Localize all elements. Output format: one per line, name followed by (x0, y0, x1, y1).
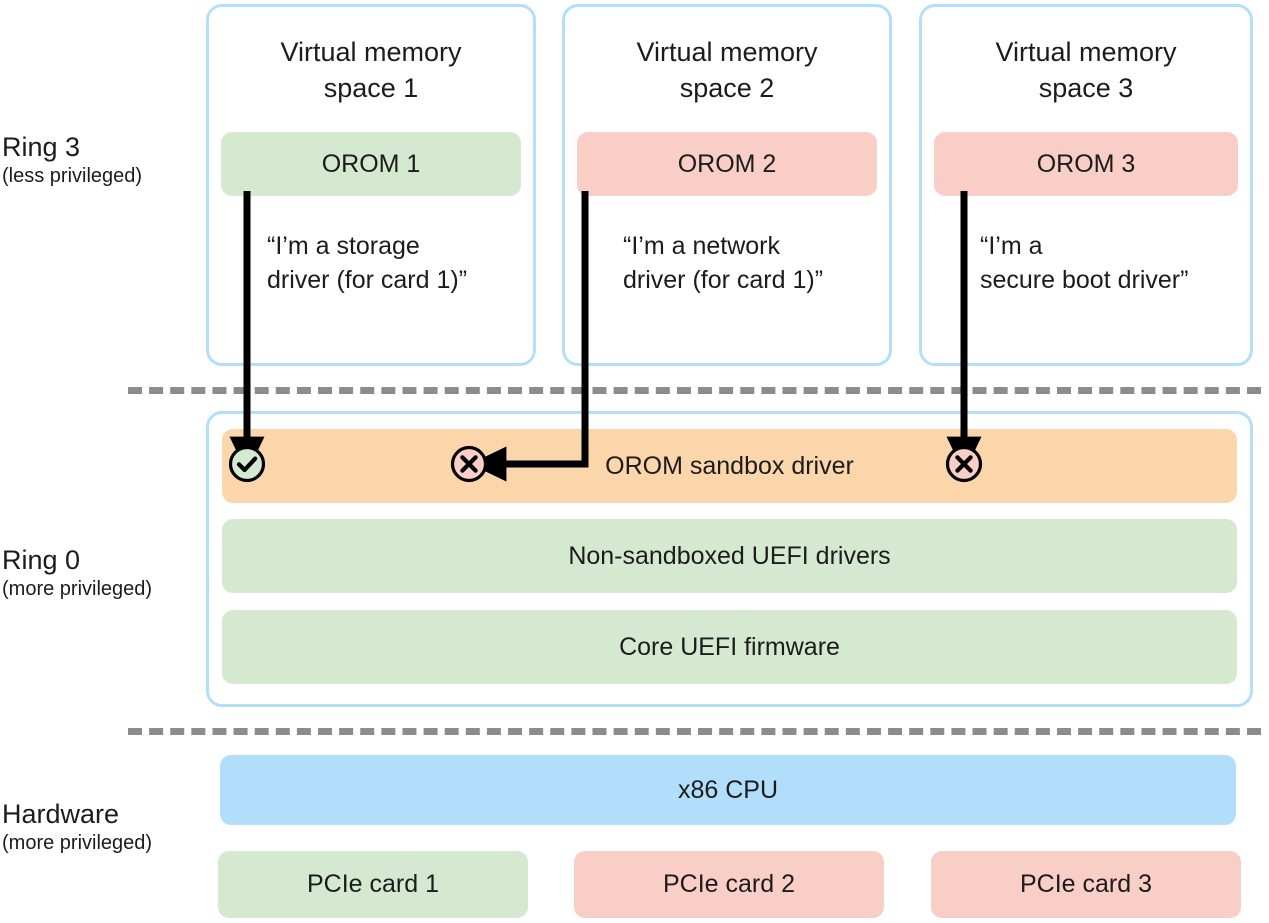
orom-1-label: OROM 1 (321, 149, 421, 178)
pcie-card-2-label: PCIe card 2 (662, 870, 795, 898)
status-badge-orom-3-blocked (944, 444, 984, 484)
ring0-title: Ring 0 (2, 545, 81, 575)
orom-2-claim-text: “I’m a network driver (for card 1)” (623, 232, 824, 294)
hardware-subtitle: (more privileged) (2, 831, 153, 854)
x86-cpu-label: x86 CPU (677, 775, 779, 804)
orom-sandbox-driver-bar[interactable]: OROM sandbox driver (222, 429, 1237, 503)
vm-space-2-title: Virtual memory space 2 (636, 37, 818, 103)
diagram-canvas: Ring 3 (less privileged) Ring 0 (more pr… (0, 0, 1269, 923)
x-circle-icon (450, 445, 488, 483)
pcie-card-2-bar[interactable]: PCIe card 2 (574, 851, 884, 918)
virtual-memory-space-1: Virtual memory space 1 OROM 1 “I’m a sto… (206, 4, 536, 366)
orom-1-box[interactable]: OROM 1 (221, 132, 521, 196)
status-badge-orom-1-allowed (227, 444, 267, 484)
ring3-subtitle: (less privileged) (2, 164, 143, 187)
non-sandboxed-uefi-drivers-bar[interactable]: Non-sandboxed UEFI drivers (222, 519, 1237, 593)
status-badge-orom-2-blocked (449, 444, 489, 484)
virtual-memory-space-3: Virtual memory space 3 OROM 3 “I’m a sec… (919, 4, 1253, 366)
ring0-subtitle: (more privileged) (2, 577, 153, 600)
virtual-memory-space-2: Virtual memory space 2 OROM 2 “I’m a net… (562, 4, 892, 366)
non-sandboxed-uefi-drivers-label: Non-sandboxed UEFI drivers (568, 541, 891, 570)
pcie-card-3-label: PCIe card 3 (1019, 870, 1152, 898)
pcie-card-1-label: PCIe card 1 (306, 870, 439, 898)
orom-3-claim-text: “I’m a secure boot driver” (980, 232, 1189, 294)
orom-2-box[interactable]: OROM 2 (577, 132, 877, 196)
ring-label-hardware: Hardware (more privileged) (2, 798, 202, 855)
vm-space-3-title: Virtual memory space 3 (995, 37, 1177, 103)
ring-label-ring3: Ring 3 (less privileged) (2, 131, 202, 188)
ring0-container: OROM sandbox driver Non-sandboxed UEFI d… (206, 411, 1253, 707)
check-circle-icon (228, 445, 266, 483)
orom-sandbox-driver-label: OROM sandbox driver (605, 451, 854, 480)
orom-3-box[interactable]: OROM 3 (934, 132, 1238, 196)
core-uefi-firmware-label: Core UEFI firmware (619, 632, 840, 661)
vm-space-1-title: Virtual memory space 1 (280, 37, 462, 103)
ring-label-ring0: Ring 0 (more privileged) (2, 544, 202, 601)
core-uefi-firmware-bar[interactable]: Core UEFI firmware (222, 610, 1237, 684)
x-circle-icon (945, 445, 983, 483)
ring3-title: Ring 3 (2, 132, 81, 162)
orom-3-label: OROM 3 (1036, 149, 1136, 178)
ring0-hardware-divider (128, 728, 1261, 735)
orom-2-label: OROM 2 (677, 149, 777, 178)
pcie-card-3-bar[interactable]: PCIe card 3 (931, 851, 1241, 918)
x86-cpu-bar[interactable]: x86 CPU (220, 755, 1236, 825)
pcie-card-1-bar[interactable]: PCIe card 1 (218, 851, 528, 918)
orom-1-claim-text: “I’m a storage driver (for card 1)” (267, 232, 468, 294)
ring3-ring0-divider (128, 387, 1261, 394)
hardware-title: Hardware (2, 799, 120, 829)
